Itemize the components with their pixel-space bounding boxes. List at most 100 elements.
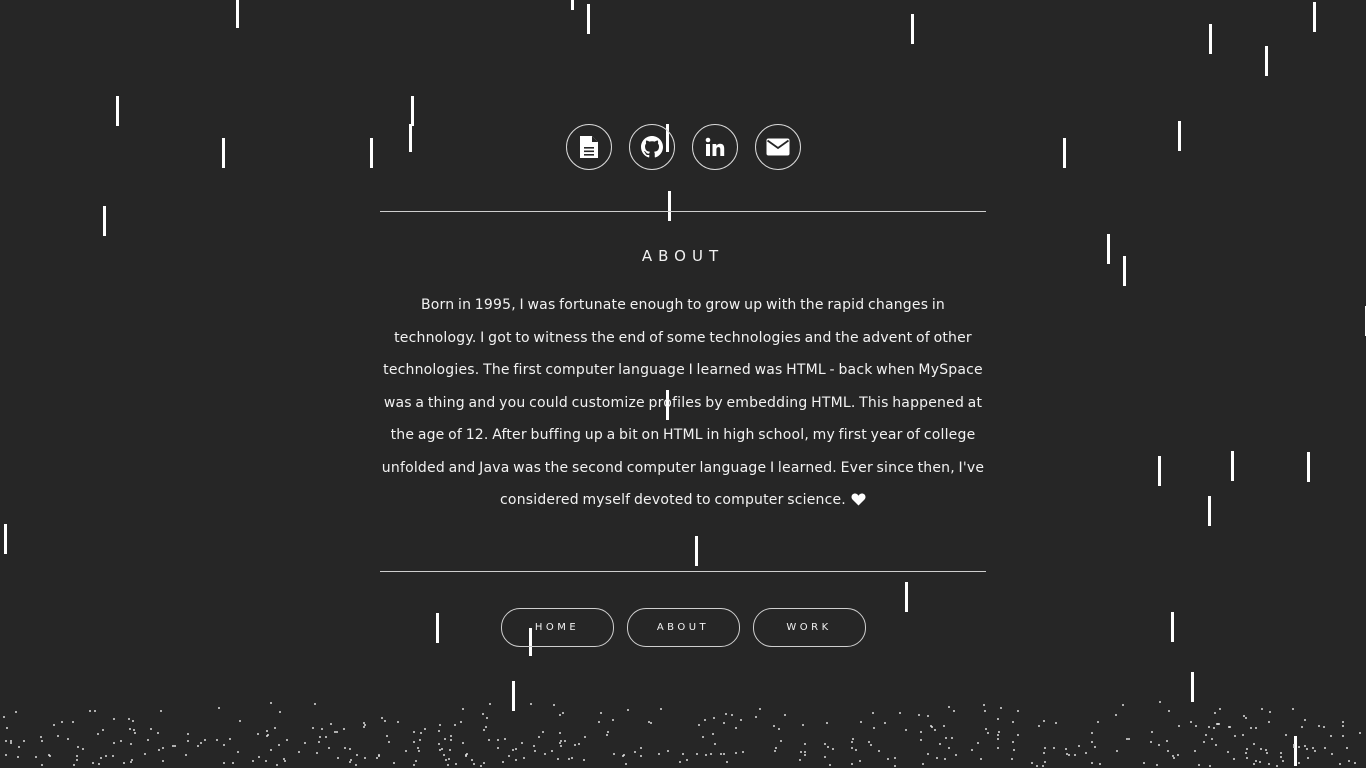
- splash-particle: [1298, 746, 1300, 748]
- splash-particle: [284, 760, 286, 762]
- raindrop: [1158, 456, 1161, 486]
- splash-particle: [1339, 763, 1341, 765]
- raindrop: [1265, 46, 1268, 76]
- splash-particle: [200, 742, 202, 744]
- linkedin-button[interactable]: [691, 124, 738, 170]
- splash-particle: [266, 735, 268, 737]
- splash-particle: [1255, 760, 1257, 762]
- splash-particle: [94, 710, 96, 712]
- splash-particle: [1097, 721, 1099, 723]
- splash-particle: [1099, 763, 1101, 765]
- splash-particle: [1091, 741, 1093, 743]
- splash-particle: [336, 731, 338, 733]
- splash-particle: [89, 710, 91, 712]
- splash-particle: [1342, 735, 1344, 737]
- splash-particle: [1245, 752, 1247, 754]
- splash-particle: [3, 716, 5, 718]
- top-divider: [380, 211, 986, 212]
- splash-particle: [128, 718, 130, 720]
- splash-particle: [15, 711, 17, 713]
- splash-particle: [1122, 704, 1124, 706]
- splash-particle: [1000, 707, 1002, 709]
- github-button[interactable]: [628, 124, 675, 170]
- splash-particle: [987, 732, 989, 734]
- splash-particle: [1215, 744, 1217, 746]
- splash-particle: [1091, 732, 1093, 734]
- about-button[interactable]: ABOUT: [626, 608, 740, 647]
- raindrop: [1178, 121, 1181, 151]
- splash-particle: [343, 728, 345, 730]
- raindrop: [1294, 736, 1297, 766]
- raindrop: [1208, 496, 1211, 526]
- splash-particle: [113, 718, 115, 720]
- splash-particle: [266, 730, 268, 732]
- splash-particle: [1068, 754, 1070, 756]
- splash-particle: [1323, 726, 1325, 728]
- splash-particle: [1208, 726, 1210, 728]
- splash-particle: [283, 758, 285, 760]
- splash-particle: [1085, 752, 1087, 754]
- splash-particle: [1234, 735, 1236, 737]
- splash-particle: [364, 757, 366, 759]
- splash-particle: [232, 762, 234, 764]
- splash-particle: [53, 724, 55, 726]
- raindrop: [1123, 256, 1126, 286]
- splash-particle: [1233, 758, 1235, 760]
- splash-particle: [187, 733, 189, 735]
- raindrop: [103, 206, 106, 236]
- splash-particle: [1250, 727, 1252, 729]
- splash-particle: [10, 740, 12, 742]
- splash-particle: [1304, 745, 1306, 747]
- splash-particle: [147, 739, 149, 741]
- splash-particle: [5, 740, 7, 742]
- splash-particle: [1166, 740, 1168, 742]
- splash-particle: [1292, 708, 1294, 710]
- splash-particle: [356, 754, 358, 756]
- splash-particle: [1209, 765, 1211, 767]
- splash-particle: [1324, 747, 1326, 749]
- splash-particle: [41, 764, 43, 766]
- splash-particle: [98, 763, 100, 765]
- splash-particle: [197, 745, 199, 747]
- splash-particle: [1055, 722, 1057, 724]
- raindrop: [222, 138, 225, 168]
- splash-particle: [1306, 748, 1308, 750]
- splash-particle: [267, 734, 269, 736]
- home-button[interactable]: HOME: [500, 608, 614, 647]
- splash-particle: [1246, 748, 1248, 750]
- raindrop: [1307, 452, 1310, 482]
- splash-particle: [144, 753, 146, 755]
- email-button[interactable]: [754, 124, 801, 170]
- document-icon: [579, 136, 598, 158]
- splash-particle: [1194, 750, 1196, 752]
- splash-particle: [129, 728, 131, 730]
- splash-particle: [997, 738, 999, 740]
- splash-particle: [35, 756, 37, 758]
- splash-particle: [1116, 750, 1118, 752]
- splash-particle: [270, 749, 272, 751]
- splash-particle: [1253, 763, 1255, 765]
- splash-particle: [72, 721, 74, 723]
- splash-particle: [1074, 754, 1076, 756]
- splash-particle: [364, 724, 366, 726]
- splash-particle: [23, 740, 25, 742]
- splash-particle: [1017, 710, 1019, 712]
- envelope-icon: [766, 138, 789, 156]
- splash-particle: [997, 718, 999, 720]
- splash-particle: [1280, 752, 1282, 754]
- splash-particle: [1011, 758, 1013, 760]
- resume-button[interactable]: [565, 124, 612, 170]
- splash-particle: [1268, 721, 1270, 723]
- work-button[interactable]: WORK: [752, 608, 866, 647]
- splash-particle: [349, 761, 351, 763]
- raindrop: [236, 0, 239, 28]
- splash-particle: [337, 757, 339, 759]
- splash-particle: [229, 738, 231, 740]
- raindrop: [1231, 451, 1234, 481]
- splash-particle: [274, 727, 276, 729]
- splash-particle: [1078, 745, 1080, 747]
- splash-particle: [1043, 720, 1045, 722]
- splash-particle: [40, 736, 42, 738]
- splash-particle: [102, 729, 104, 731]
- splash-particle: [344, 747, 346, 749]
